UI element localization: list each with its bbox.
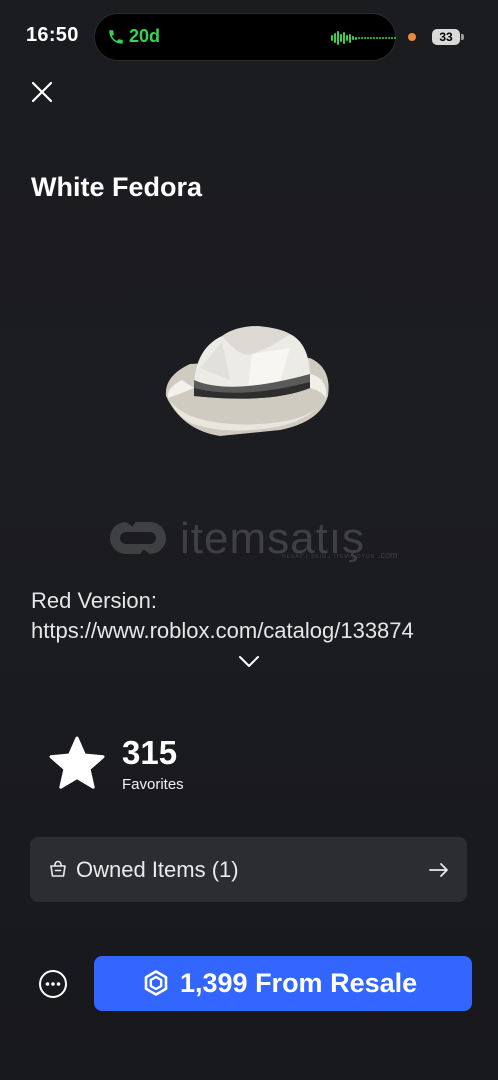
robux-icon — [144, 970, 168, 996]
owned-items-button[interactable]: Owned Items (1) — [30, 837, 467, 902]
phone-icon — [109, 30, 123, 44]
recording-indicator — [408, 33, 416, 41]
watermark-tagline: HESAP | SKIN | ITEM | OYUN — [282, 554, 376, 560]
close-icon[interactable] — [28, 78, 56, 106]
buy-from-resale-button[interactable]: 1,399 From Resale — [94, 956, 472, 1011]
description-line-2: https://www.roblox.com/catalog/133874 — [31, 618, 414, 643]
call-duration: 20d — [129, 26, 161, 46]
owned-items-label: Owned Items (1) — [76, 857, 239, 882]
more-options-icon[interactable] — [38, 969, 68, 999]
audio-wave-icon — [331, 31, 396, 45]
dynamic-island-call[interactable]: 20d — [94, 13, 396, 61]
chevron-down-icon[interactable] — [237, 650, 261, 672]
arrow-right-icon — [429, 863, 448, 877]
description-line-1: Red Version: — [31, 588, 157, 613]
item-thumbnail — [165, 326, 329, 436]
buy-button-label: 1,399 From Resale — [180, 968, 418, 998]
item-title: White Fedora — [31, 172, 203, 202]
star-icon[interactable] — [48, 735, 106, 791]
bag-icon — [50, 860, 66, 877]
status-time: 16:50 — [26, 24, 79, 46]
watermark-logo-icon — [110, 522, 166, 554]
favorites-label: Favorites — [122, 776, 184, 793]
favorites-count: 315 — [122, 734, 178, 771]
watermark: itemsatış HESAP | SKIN | ITEM | OYUN .co… — [100, 512, 400, 568]
battery-indicator: 33 — [432, 29, 460, 45]
watermark-domain: .com — [378, 550, 398, 560]
battery-tip — [461, 34, 464, 40]
